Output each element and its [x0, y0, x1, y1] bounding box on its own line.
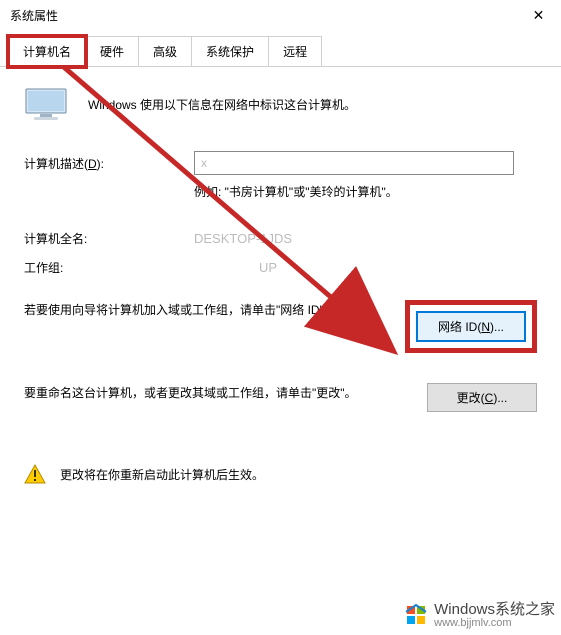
row-description: 计算机描述(D):: [24, 151, 537, 175]
watermark-icon: [404, 602, 430, 628]
label-description: 计算机描述(D):: [24, 155, 194, 172]
row-netid: 若要使用向导将计算机加入域或工作组，请单击"网络 ID"。 网络 ID(N)..…: [24, 300, 537, 353]
row-fullname: 计算机全名: DESKTOP-1JDS: [24, 230, 537, 247]
intro-text: Windows 使用以下信息在网络中标识这台计算机。: [88, 96, 356, 113]
button-network-id[interactable]: 网络 ID(N)...: [416, 311, 526, 342]
computer-icon: [24, 87, 68, 121]
close-icon: ✕: [533, 7, 545, 24]
desc-netid: 若要使用向导将计算机加入域或工作组，请单击"网络 ID"。: [24, 300, 385, 322]
desc-change: 要重命名这台计算机，或者更改其域或工作组，请单击"更改"。: [24, 383, 407, 405]
tabs-bar: 计算机名 硬件 高级 系统保护 远程: [0, 30, 561, 67]
intro-row: Windows 使用以下信息在网络中标识这台计算机。: [24, 87, 537, 121]
tab-advanced[interactable]: 高级: [138, 36, 192, 66]
highlight-netid: 网络 ID(N)...: [405, 300, 537, 353]
row-workgroup: 工作组: UP: [24, 259, 537, 276]
notice-text: 更改将在你重新启动此计算机后生效。: [60, 466, 264, 483]
value-fullname: DESKTOP-1JDS: [194, 231, 537, 246]
button-change[interactable]: 更改(C)...: [427, 383, 537, 412]
tab-computer-name[interactable]: 计算机名: [8, 36, 86, 67]
tab-system-protection[interactable]: 系统保护: [191, 36, 269, 66]
window-title: 系统属性: [10, 7, 58, 24]
close-button[interactable]: ✕: [516, 0, 561, 30]
row-change: 要重命名这台计算机，或者更改其域或工作组，请单击"更改"。 更改(C)...: [24, 383, 537, 412]
tab-hardware[interactable]: 硬件: [85, 36, 139, 66]
example-text: 例如: "书房计算机"或"美玲的计算机"。: [194, 183, 537, 200]
tab-remote[interactable]: 远程: [268, 36, 322, 66]
label-fullname: 计算机全名:: [24, 230, 194, 247]
tab-content: Windows 使用以下信息在网络中标识这台计算机。 计算机描述(D): 例如:…: [0, 67, 561, 504]
watermark-line2: www.bjjmlv.com: [434, 618, 555, 629]
value-workgroup: UP: [194, 260, 537, 275]
row-notice: 更改将在你重新启动此计算机后生效。: [24, 458, 537, 484]
label-workgroup: 工作组:: [24, 259, 194, 276]
titlebar: 系统属性 ✕: [0, 0, 561, 30]
warning-icon: [24, 464, 46, 484]
watermark-line1: Windows系统之家: [434, 601, 555, 618]
input-description[interactable]: [194, 151, 514, 175]
watermark: Windows系统之家 www.bjjmlv.com: [404, 601, 555, 629]
